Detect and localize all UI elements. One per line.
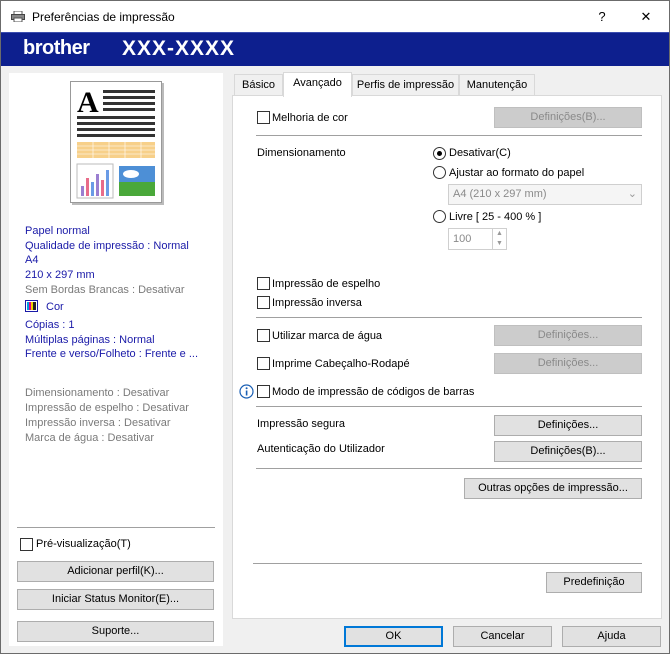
barcode-mode-label: Modo de impressão de códigos de barras: [272, 386, 475, 398]
summary-paper-type: Papel normal: [25, 225, 90, 237]
color-swatch-icon: [25, 300, 38, 312]
color-enhance-label: Melhoria de cor: [272, 112, 348, 124]
barcode-mode-checkbox[interactable]: [257, 385, 270, 398]
reverse-print-label: Impressão inversa: [272, 297, 362, 309]
watermark-label: Utilizar marca de água: [272, 330, 383, 342]
mirror-print-label: Impressão de espelho: [272, 278, 381, 290]
scaling-fit-radio[interactable]: [433, 166, 446, 179]
help-title-button[interactable]: ?: [579, 1, 625, 32]
support-button[interactable]: Suporte...: [17, 621, 214, 642]
close-button[interactable]: ✕: [623, 1, 669, 32]
print-preferences-window: Preferências de impressão ? ✕ brother XX…: [0, 0, 670, 654]
tab-print-profiles[interactable]: Perfis de impressão: [352, 74, 459, 95]
brand-logo: brother: [23, 37, 90, 59]
scaling-free-label: Livre [ 25 - 400 % ]: [449, 211, 542, 223]
tab-maintenance[interactable]: Manutenção: [459, 74, 535, 95]
user-auth-label: Autenticação do Utilizador: [257, 443, 385, 455]
color-settings-button[interactable]: Definições(B)...: [494, 107, 642, 128]
divider-2: [256, 317, 642, 318]
summary-copies: Cópias : 1: [25, 319, 75, 331]
scaling-off-radio[interactable]: [433, 147, 446, 160]
summary-paper-size: A4: [25, 254, 39, 266]
page-preview-image: A: [70, 81, 162, 203]
info-icon: [239, 384, 254, 399]
window-title: Preferências de impressão: [32, 10, 175, 24]
brand-banner: brother XXX-XXXX: [1, 32, 669, 66]
summary-color: Cor: [46, 301, 64, 313]
left-divider: [17, 527, 215, 528]
divider-1: [256, 135, 642, 136]
header-footer-settings-button[interactable]: Definições...: [494, 353, 642, 374]
user-auth-settings-button[interactable]: Definições(B)...: [494, 441, 642, 462]
preview-label: Pré-visualização(T): [36, 538, 131, 550]
scaling-percent-stepper[interactable]: 100 ▲ ▼: [448, 228, 507, 250]
summary-scaling: Dimensionamento : Desativar: [25, 387, 170, 399]
watermark-settings-button[interactable]: Definições...: [494, 325, 642, 346]
printer-icon: [11, 11, 25, 22]
chevron-down-icon: ⌄: [627, 188, 637, 200]
divider-4: [256, 468, 642, 469]
summary-reverse: Impressão inversa : Desativar: [25, 417, 171, 429]
reverse-print-checkbox[interactable]: [257, 296, 270, 309]
tab-advanced[interactable]: Avançado: [283, 72, 352, 97]
watermark-checkbox[interactable]: [257, 329, 270, 342]
scaling-free-radio[interactable]: [433, 210, 446, 223]
model-name: XXX-XXXX: [122, 37, 236, 60]
paper-size-select[interactable]: A4 (210 x 297 mm) ⌄: [448, 184, 642, 205]
help-button[interactable]: Ajuda: [562, 626, 661, 647]
divider-3: [256, 406, 642, 407]
divider-5: [253, 563, 642, 564]
status-monitor-button[interactable]: Iniciar Status Monitor(E)...: [17, 589, 214, 610]
summary-watermark: Marca de água : Desativar: [25, 432, 155, 444]
color-enhance-checkbox[interactable]: [257, 111, 270, 124]
summary-dimensions: 210 x 297 mm: [25, 269, 95, 281]
mirror-print-checkbox[interactable]: [257, 277, 270, 290]
scaling-label: Dimensionamento: [257, 147, 346, 159]
secure-print-label: Impressão segura: [257, 418, 346, 430]
summary-mirror: Impressão de espelho : Desativar: [25, 402, 189, 414]
title-bar: Preferências de impressão ? ✕: [1, 1, 669, 32]
secure-print-settings-button[interactable]: Definições...: [494, 415, 642, 436]
summary-multiple-pages: Múltiplas páginas : Normal: [25, 334, 155, 346]
restore-default-button[interactable]: Predefinição: [546, 572, 642, 593]
spin-arrows-icon: ▲ ▼: [492, 229, 506, 249]
cancel-button[interactable]: Cancelar: [453, 626, 552, 647]
other-print-options-button[interactable]: Outras opções de impressão...: [464, 478, 642, 499]
preview-checkbox[interactable]: [20, 538, 33, 551]
scaling-off-label: Desativar(C): [449, 147, 511, 159]
paper-size-value: A4 (210 x 297 mm): [453, 188, 547, 200]
scaling-percent-value: 100: [453, 233, 472, 245]
header-footer-checkbox[interactable]: [257, 357, 270, 370]
summary-borderless: Sem Bordas Brancas : Desativar: [25, 284, 185, 296]
summary-print-quality: Qualidade de impressão : Normal: [25, 240, 189, 252]
document-preview-icon: A: [76, 86, 155, 199]
summary-duplex: Frente e verso/Folheto : Frente e ...: [25, 348, 199, 360]
add-profile-button[interactable]: Adicionar perfil(K)...: [17, 561, 214, 582]
header-footer-label: Imprime Cabeçalho-Rodapé: [272, 358, 410, 370]
tab-basic[interactable]: Básico: [234, 74, 283, 95]
svg-text:A: A: [77, 86, 99, 119]
scaling-fit-label: Ajustar ao formato do papel: [449, 167, 585, 179]
ok-button[interactable]: OK: [344, 626, 443, 647]
